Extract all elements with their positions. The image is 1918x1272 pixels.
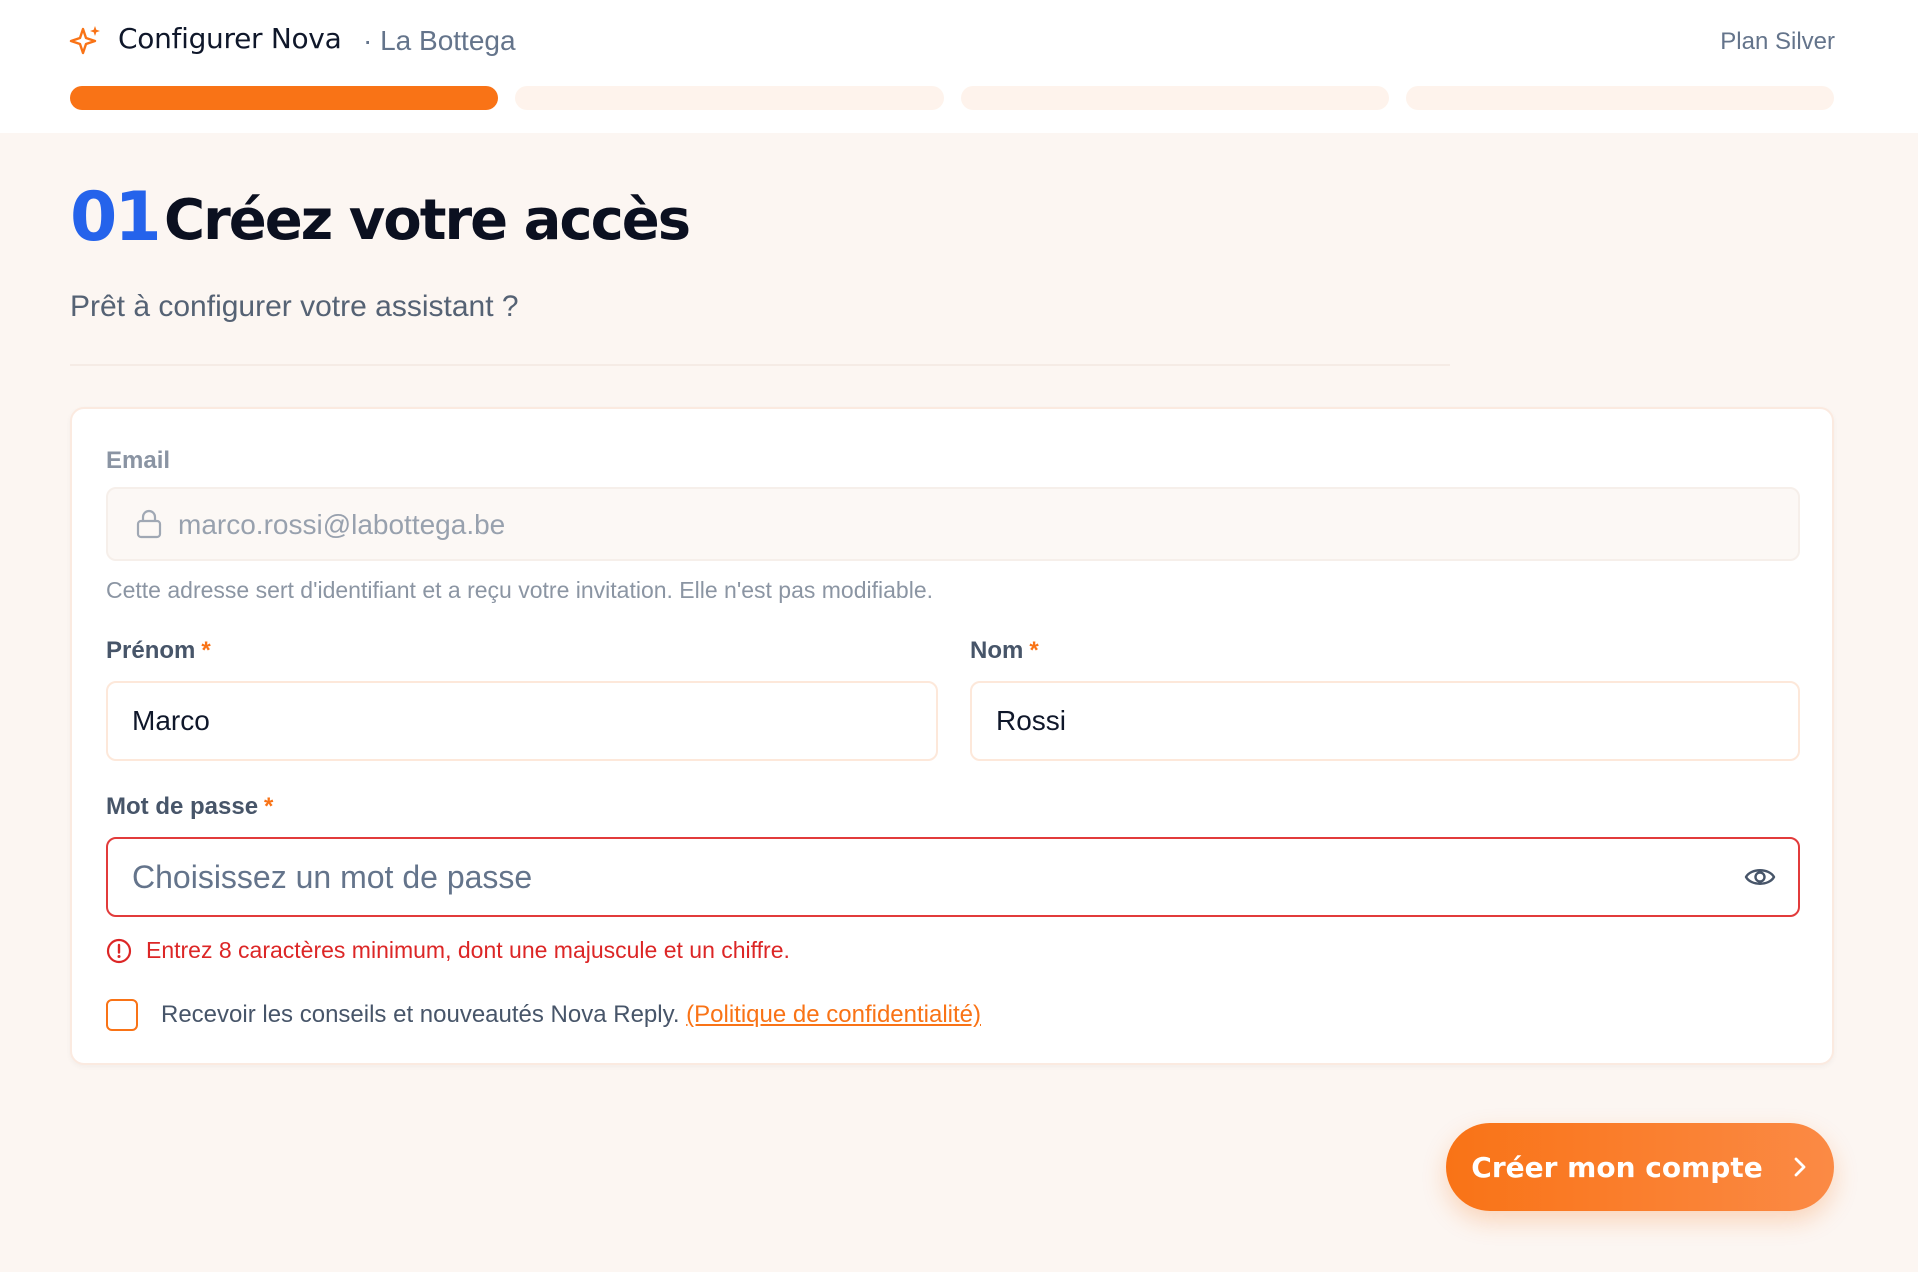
- last-name-field: [970, 681, 1800, 761]
- password-error: Entrez 8 caractères minimum, dont une ma…: [106, 937, 790, 964]
- step-number: 01: [70, 178, 162, 257]
- progress-step-1: [70, 86, 499, 110]
- lock-icon: [136, 509, 162, 539]
- page-subtitle: Prêt à configurer votre assistant ?: [70, 290, 519, 323]
- first-name-field: [106, 681, 938, 761]
- privacy-policy-link[interactable]: (Politique de confidentialité): [686, 1001, 981, 1028]
- last-name-input[interactable]: [972, 683, 1798, 759]
- email-label-text: Email: [106, 447, 171, 474]
- newsletter-label: Recevoir les conseils et nouveautés Nova…: [161, 1001, 981, 1029]
- password-label: Mot de passe *: [106, 793, 273, 821]
- required-mark: *: [1029, 637, 1039, 664]
- last-name-label: Nom *: [970, 637, 1039, 665]
- create-account-button-label: Créer mon compte: [1471, 1150, 1763, 1184]
- email-field: marco.rossi@labottega.be: [106, 487, 1800, 561]
- password-input[interactable]: [108, 839, 1798, 915]
- last-name-label-text: Nom: [970, 637, 1024, 664]
- alert-circle-icon: [106, 938, 132, 963]
- account-form: Email marco.rossi@labottega.be Cette adr…: [70, 407, 1834, 1065]
- progress-step-2: [515, 86, 944, 110]
- password-field: [106, 837, 1800, 917]
- top-bar: Configurer Nova · La Bottega Plan Silver: [0, 0, 1918, 133]
- eye-icon[interactable]: [1744, 864, 1776, 890]
- required-mark: *: [264, 793, 274, 820]
- sparkle-icon: [69, 26, 100, 55]
- first-name-label: Prénom *: [106, 637, 211, 665]
- newsletter-text: Recevoir les conseils et nouveautés Nova…: [161, 1001, 680, 1028]
- progress-step-3: [960, 86, 1389, 110]
- first-name-label-text: Prénom: [106, 637, 196, 664]
- required-mark: *: [201, 637, 211, 664]
- newsletter-checkbox[interactable]: [106, 999, 138, 1031]
- app-title: Configurer Nova: [118, 22, 342, 55]
- email-label: Email: [106, 447, 170, 475]
- chevron-right-icon: [1794, 1157, 1806, 1177]
- password-error-text: Entrez 8 caractères minimum, dont une ma…: [146, 937, 790, 963]
- progress-step-4: [1405, 86, 1834, 110]
- email-helper-text: Cette adresse sert d'identifiant et a re…: [106, 577, 934, 603]
- progress-bar: [70, 86, 1834, 110]
- first-name-input[interactable]: [108, 683, 936, 759]
- password-label-text: Mot de passe: [106, 793, 259, 820]
- plan-label: Plan Silver: [1720, 28, 1835, 55]
- divider: [70, 364, 1450, 366]
- organization-name: · La Bottega: [363, 25, 516, 56]
- email-value: marco.rossi@labottega.be: [178, 509, 506, 540]
- page-title: Créez votre accès: [164, 188, 691, 253]
- create-account-button[interactable]: Créer mon compte: [1446, 1123, 1834, 1211]
